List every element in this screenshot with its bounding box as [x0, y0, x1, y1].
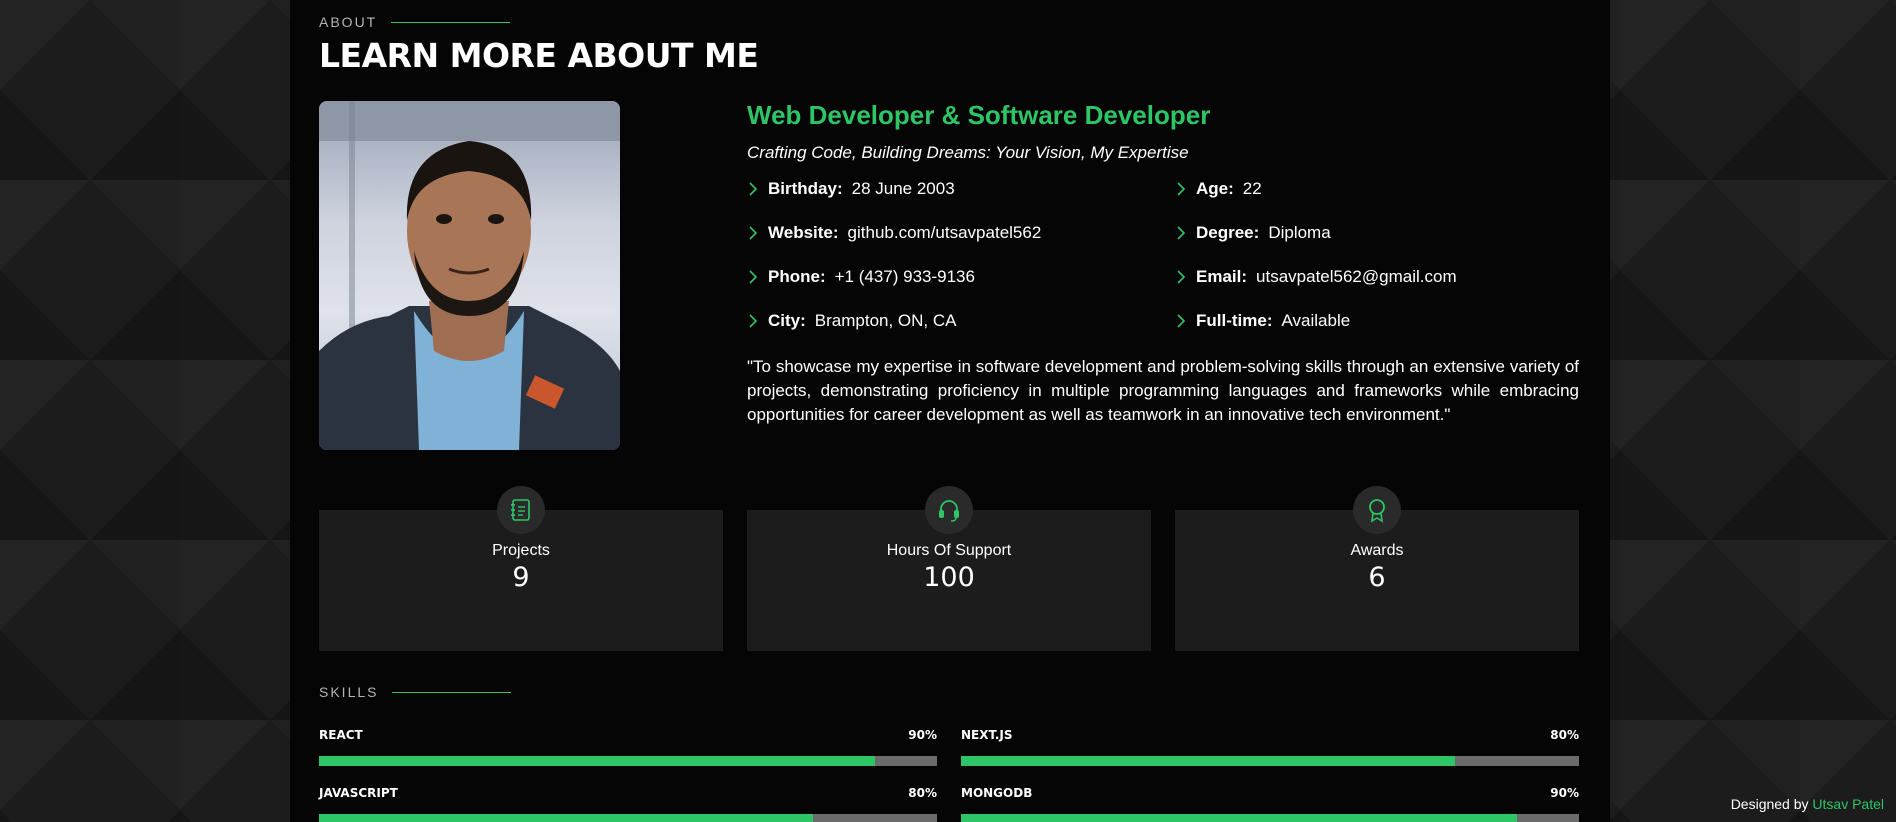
detail-label: City: — [768, 311, 806, 330]
stat-card-awards: Awards 6 — [1175, 486, 1579, 651]
skill-name: REACT — [319, 728, 363, 742]
profile-info: Web Developer & Software Developer Craft… — [747, 100, 1579, 427]
detail-label: Full-time: — [1196, 311, 1273, 330]
section-divider — [392, 691, 512, 693]
detail-label: Email: — [1196, 267, 1248, 286]
detail-value: 28 June 2003 — [851, 179, 955, 198]
chevron-right-icon — [747, 269, 768, 285]
award-icon — [1369, 499, 1385, 523]
detail-value: +1 (437) 933-9136 — [834, 267, 975, 286]
chevron-right-icon — [747, 225, 768, 241]
skills-section-tag: SKILLS — [319, 684, 512, 700]
section-divider — [391, 21, 511, 23]
about-panel: ABOUT LEARN MORE ABOUT ME Web Developer — [290, 0, 1610, 822]
profile-role: Web Developer & Software Developer — [747, 100, 1211, 130]
skill-progress-bar — [961, 814, 1579, 822]
detail-label: Degree: — [1196, 223, 1260, 242]
detail-email: Email: utsavpatel562@gmail.com — [1175, 265, 1579, 289]
detail-degree: Degree: Diploma — [1175, 221, 1579, 245]
profile-details: Birthday: 28 June 2003 Age: 22 Website: … — [747, 177, 1579, 333]
skill-percent: 90% — [908, 728, 937, 742]
detail-age: Age: 22 — [1175, 177, 1579, 201]
stat-badge — [1353, 486, 1401, 534]
chevron-right-icon — [747, 181, 768, 197]
chevron-right-icon — [1175, 313, 1196, 329]
skill-nextjs: NEXT.JS 80% — [961, 728, 1579, 766]
detail-phone: Phone: +1 (437) 933-9136 — [747, 265, 1175, 289]
skill-progress-fill — [319, 756, 876, 766]
about-section-tag: ABOUT — [319, 14, 511, 30]
stat-value: 100 — [923, 562, 975, 593]
chevron-right-icon — [1175, 225, 1196, 241]
profile-photo — [319, 101, 620, 450]
stat-badge — [925, 486, 973, 534]
detail-label: Phone: — [768, 267, 826, 286]
detail-value: Brampton, ON, CA — [814, 311, 957, 330]
profile-tagline: Crafting Code, Building Dreams: Your Vis… — [747, 143, 1189, 162]
stat-label: Awards — [1350, 542, 1404, 559]
stat-card-projects: Projects 9 — [319, 486, 723, 651]
about-section-label: ABOUT — [319, 14, 378, 30]
page-title: LEARN MORE ABOUT ME — [319, 36, 759, 75]
skill-percent: 90% — [1550, 786, 1579, 800]
chevron-right-icon — [1175, 181, 1196, 197]
skill-mongodb: MONGODB 90% — [961, 786, 1579, 822]
author-link[interactable]: Utsav Patel — [1812, 796, 1884, 812]
stat-badge — [497, 486, 545, 534]
skills-section-label: SKILLS — [319, 684, 379, 700]
skill-progress-fill — [319, 814, 814, 822]
chevron-right-icon — [747, 313, 768, 329]
footer-credit: Designed by Utsav Patel — [1731, 796, 1884, 812]
skill-progress-bar — [319, 756, 937, 766]
skill-name: JAVASCRIPT — [319, 786, 398, 800]
detail-fulltime: Full-time: Available — [1175, 309, 1579, 333]
skill-react: REACT 90% — [319, 728, 937, 766]
detail-label: Website: — [768, 223, 839, 242]
stat-value: 6 — [1368, 562, 1386, 593]
detail-value: Diploma — [1268, 223, 1331, 242]
skills-grid: REACT 90% NEXT.JS 80% JAVASCRIPT 80% MONGOD… — [319, 728, 1579, 822]
detail-birthday: Birthday: 28 June 2003 — [747, 177, 1175, 201]
stat-card-support: Hours Of Support 100 — [747, 486, 1151, 651]
detail-value: 22 — [1242, 179, 1262, 198]
stat-label: Hours Of Support — [886, 542, 1012, 559]
email-link[interactable]: utsavpatel562@gmail.com — [1256, 267, 1457, 287]
skill-name: MONGODB — [961, 786, 1033, 800]
detail-value: Available — [1281, 311, 1351, 330]
detail-label: Birthday: — [768, 179, 843, 198]
detail-city: City: Brampton, ON, CA — [747, 309, 1175, 333]
headset-icon — [939, 500, 959, 522]
detail-website: Website: github.com/utsavpatel562 — [747, 221, 1175, 245]
skill-javascript: JAVASCRIPT 80% — [319, 786, 937, 822]
detail-label: Age: — [1196, 179, 1234, 198]
footer-prefix: Designed by — [1730, 796, 1809, 812]
skill-name: NEXT.JS — [961, 728, 1013, 742]
skill-progress-fill — [961, 756, 1456, 766]
skill-progress-fill — [961, 814, 1518, 822]
stats-row: Projects 9 Hours Of Support 100 Awards 6 — [319, 486, 1579, 651]
stat-label: Projects — [492, 542, 550, 559]
skill-progress-bar — [961, 756, 1579, 766]
website-link[interactable]: github.com/utsavpatel562 — [848, 223, 1042, 243]
profile-quote: "To showcase my expertise in software de… — [747, 357, 1579, 424]
stat-value: 9 — [512, 562, 530, 593]
chevron-right-icon — [1175, 269, 1196, 285]
journal-icon — [511, 499, 530, 521]
skill-percent: 80% — [1550, 728, 1579, 742]
skill-percent: 80% — [908, 786, 937, 800]
skill-progress-bar — [319, 814, 937, 822]
